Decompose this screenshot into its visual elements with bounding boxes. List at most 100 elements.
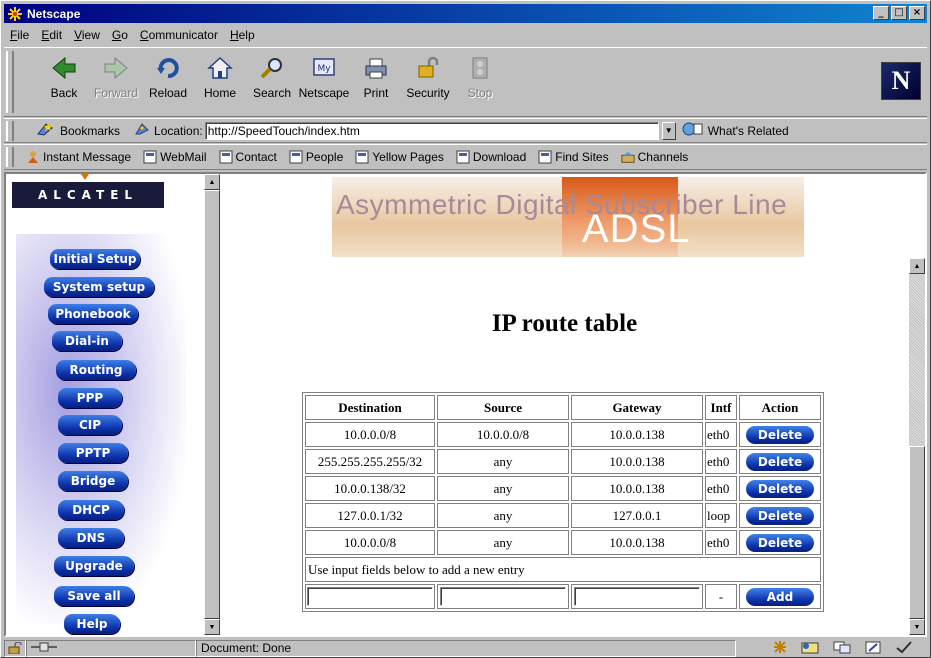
maximize-button[interactable]: □ bbox=[891, 6, 907, 20]
stop-icon bbox=[465, 54, 495, 82]
gateway-cell: 10.0.0.138 bbox=[571, 530, 703, 555]
action-cell: Delete bbox=[739, 476, 821, 501]
interface-cell: eth0 bbox=[705, 422, 737, 447]
contact-link[interactable]: Contact bbox=[219, 150, 277, 164]
nav-routing[interactable]: Routing bbox=[56, 360, 136, 380]
search-button[interactable]: Search bbox=[246, 54, 298, 100]
nav-phonebook[interactable]: Phonebook bbox=[48, 304, 138, 324]
personal-grip[interactable] bbox=[6, 147, 14, 167]
scroll-up-arrow-icon[interactable]: ▲ bbox=[204, 174, 220, 190]
toolbar-grip[interactable] bbox=[6, 51, 14, 113]
main-frame-scrollbar[interactable]: ▲ ▼ bbox=[909, 258, 925, 635]
menu-edit[interactable]: Edit bbox=[35, 28, 68, 42]
security-status-icon[interactable] bbox=[4, 639, 26, 657]
nav-upgrade[interactable]: Upgrade bbox=[54, 556, 134, 576]
whats-related-icon bbox=[682, 121, 704, 140]
left-frame-scrollbar[interactable]: ▲ ▼ bbox=[204, 174, 220, 635]
location-dropdown-button[interactable]: ▼ bbox=[661, 121, 676, 140]
connection-status bbox=[26, 639, 196, 657]
source-cell: any bbox=[437, 476, 569, 501]
download-link[interactable]: Download bbox=[456, 150, 526, 164]
navigation-toolbar: Back Forward Reload Home Search My Netsc… bbox=[4, 47, 927, 117]
component-bar-checkmark-icon[interactable] bbox=[895, 640, 913, 657]
menu-help[interactable]: Help bbox=[224, 28, 261, 42]
scroll-down-arrow-icon[interactable]: ▼ bbox=[204, 619, 220, 635]
reload-button[interactable]: Reload bbox=[142, 54, 194, 100]
source-cell: 10.0.0.0/8 bbox=[437, 422, 569, 447]
location-grip[interactable] bbox=[6, 120, 14, 141]
find-sites-link[interactable]: Find Sites bbox=[538, 150, 609, 164]
nav-initial-setup[interactable]: Initial Setup bbox=[50, 249, 140, 269]
netscape-app-icon bbox=[7, 6, 23, 22]
forward-button[interactable]: Forward bbox=[90, 54, 142, 100]
table-note-row: Use input fields below to add a new entr… bbox=[305, 557, 821, 582]
menu-view[interactable]: View bbox=[68, 28, 106, 42]
nav-ppp[interactable]: PPP bbox=[58, 388, 122, 408]
channels-link[interactable]: Channels bbox=[621, 150, 688, 164]
nav-help[interactable]: Help bbox=[64, 614, 120, 634]
action-cell: Delete bbox=[739, 503, 821, 528]
new-source-input[interactable] bbox=[440, 587, 566, 606]
add-entry-instructions: Use input fields below to add a new entr… bbox=[305, 557, 821, 582]
add-button[interactable]: Add bbox=[746, 587, 814, 606]
instant-message-link[interactable]: Instant Message bbox=[26, 150, 131, 164]
delete-button[interactable]: Delete bbox=[746, 479, 814, 498]
delete-button[interactable]: Delete bbox=[746, 452, 814, 471]
column-header: Source bbox=[437, 395, 569, 420]
delete-button[interactable]: Delete bbox=[746, 425, 814, 444]
scroll-down-arrow-icon[interactable]: ▼ bbox=[909, 619, 925, 635]
yellow-pages-link[interactable]: Yellow Pages bbox=[355, 150, 444, 164]
nav-cip[interactable]: CIP bbox=[58, 415, 122, 435]
home-button[interactable]: Home bbox=[194, 54, 246, 100]
left-scroll-thumb[interactable] bbox=[204, 190, 220, 619]
bookmark-page-icon bbox=[143, 150, 157, 164]
title-bar: Netscape _ □ × bbox=[4, 4, 927, 23]
delete-button[interactable]: Delete bbox=[746, 533, 814, 552]
nav-dns[interactable]: DNS bbox=[58, 528, 124, 548]
bookmarks-button[interactable]: Bookmarks bbox=[36, 122, 120, 139]
component-bar-navigator-icon[interactable] bbox=[773, 640, 787, 657]
menu-file[interactable]: File bbox=[4, 28, 35, 42]
location-url-input[interactable]: http://SpeedTouch/index.htm bbox=[204, 121, 659, 140]
nav-system-setup[interactable]: System setup bbox=[44, 277, 154, 297]
column-header: Gateway bbox=[571, 395, 703, 420]
netscape-logo-icon[interactable]: N bbox=[881, 62, 921, 100]
main-scroll-thumb[interactable] bbox=[909, 446, 925, 619]
netscape-button[interactable]: My Netscape bbox=[298, 54, 350, 100]
new-intf-cell: - bbox=[705, 584, 737, 609]
stop-button[interactable]: Stop bbox=[454, 54, 506, 100]
back-button[interactable]: Back bbox=[38, 54, 90, 100]
nav-bridge[interactable]: Bridge bbox=[58, 471, 128, 491]
delete-button[interactable]: Delete bbox=[746, 506, 814, 525]
component-bar-mail-icon[interactable] bbox=[801, 640, 819, 657]
connection-icon bbox=[31, 641, 57, 655]
webmail-link[interactable]: WebMail bbox=[143, 150, 207, 164]
menu-communicator[interactable]: Communicator bbox=[134, 28, 224, 42]
status-message: Document: Done bbox=[196, 639, 736, 657]
destination-cell: 127.0.0.1/32 bbox=[305, 503, 435, 528]
whats-related-button[interactable]: What's Related bbox=[682, 121, 789, 140]
bookmarks-icon bbox=[36, 122, 56, 139]
gateway-cell: 10.0.0.138 bbox=[571, 422, 703, 447]
close-button[interactable]: × bbox=[909, 6, 925, 20]
new-gateway-input[interactable] bbox=[574, 587, 700, 606]
component-bar-discussions-icon[interactable] bbox=[833, 640, 851, 657]
security-button[interactable]: Security bbox=[402, 54, 454, 100]
nav-dial-in[interactable]: Dial-in bbox=[52, 331, 122, 351]
menu-go[interactable]: Go bbox=[106, 28, 134, 42]
scroll-up-arrow-icon[interactable]: ▲ bbox=[909, 258, 925, 274]
nav-save-all[interactable]: Save all bbox=[54, 586, 134, 606]
minimize-button[interactable]: _ bbox=[873, 6, 889, 20]
people-link[interactable]: People bbox=[289, 150, 343, 164]
my-netscape-icon: My bbox=[309, 54, 339, 82]
bookmark-page-icon bbox=[289, 150, 303, 164]
logo-marker-icon bbox=[81, 174, 89, 180]
nav-pptp[interactable]: PPTP bbox=[58, 443, 128, 463]
component-bar-composer-icon[interactable] bbox=[865, 640, 881, 657]
status-bar: Document: Done bbox=[4, 639, 927, 657]
action-cell: Delete bbox=[739, 422, 821, 447]
nav-dhcp[interactable]: DHCP bbox=[58, 500, 124, 520]
action-cell: Delete bbox=[739, 530, 821, 555]
print-button[interactable]: Print bbox=[350, 54, 402, 100]
new-destination-input[interactable] bbox=[307, 587, 433, 606]
